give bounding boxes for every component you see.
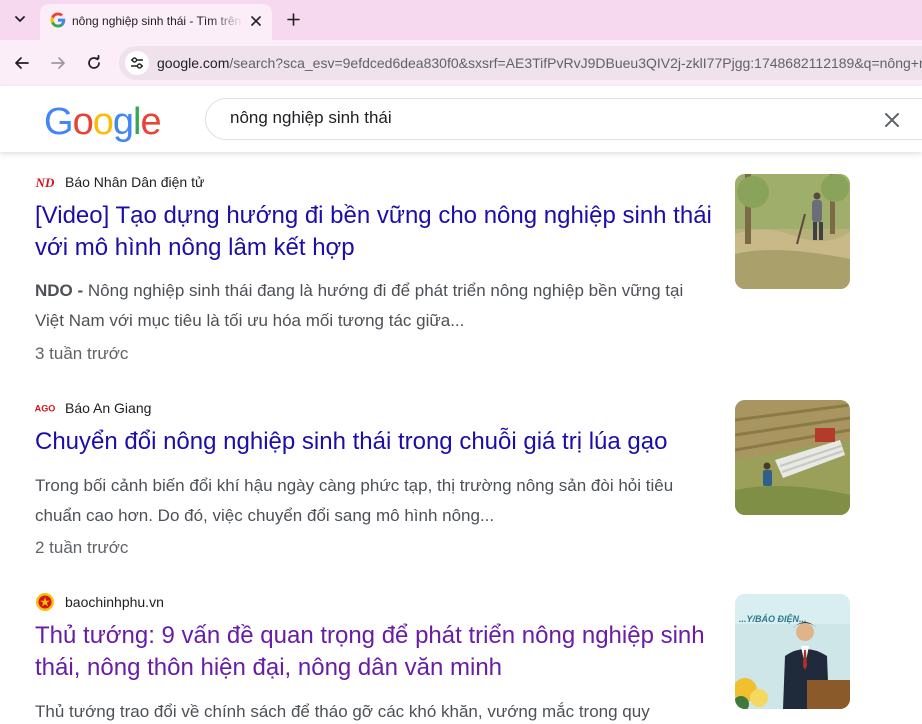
reload-icon (88, 55, 100, 69)
vietnam-emblem-icon (35, 593, 55, 611)
result-thumbnail[interactable] (735, 174, 850, 289)
tune-icon (131, 57, 143, 69)
browser-toolbar: google.com/search?sca_esv=9efdced6dea830… (0, 40, 922, 86)
result-source[interactable]: baochinhphu.vn (35, 592, 164, 612)
google-logo-letter: o (72, 101, 94, 143)
new-tab-button[interactable] (282, 8, 304, 30)
url-path: /search?sca_esv=9efdced6dea830f0&sxsrf=A… (229, 55, 922, 71)
source-name: baochinhphu.vn (65, 594, 164, 610)
nhandan-logo-icon: ND (35, 174, 55, 190)
url-host: google.com (157, 55, 230, 71)
reload-button[interactable] (81, 50, 107, 76)
thumbnail-text: ...Y/BÁO ĐIỆN... (739, 613, 807, 624)
browser-tabstrip: nông nghiệp sinh thái - Tìm trên Google (0, 0, 922, 40)
snippet-prefix: NDO - (35, 281, 88, 300)
result-snippet: Trong bối cảnh biến đổi khí hậu ngày càn… (35, 476, 674, 525)
close-icon (885, 113, 899, 127)
arrow-left-icon (15, 57, 29, 69)
google-header: Google (0, 86, 922, 152)
source-logo-text: ND (35, 175, 55, 190)
result-date: 2 tuần trước (35, 538, 129, 557)
source-name: Báo An Giang (65, 400, 152, 416)
result-snippet: NDO - Nông nghiệp sinh thái đang là hướn… (35, 276, 715, 336)
result-thumbnail[interactable] (735, 400, 850, 515)
google-logo-letter: G (44, 101, 74, 143)
back-button[interactable] (9, 50, 35, 76)
source-name: Báo Nhân Dân điện tử (65, 174, 205, 190)
result-title-link[interactable]: Chuyển đổi nông nghiệp sinh thái trong c… (35, 426, 715, 458)
url-text: google.com/search?sca_esv=9efdced6dea830… (157, 55, 922, 71)
plus-icon (286, 12, 300, 26)
arrow-right-icon (51, 57, 65, 69)
result-thumbnail[interactable]: ...Y/BÁO ĐIỆN... (735, 594, 850, 709)
snippet-text: Nông nghiệp sinh thái đang là hướng đi đ… (35, 281, 684, 330)
forward-button[interactable] (45, 50, 71, 76)
close-icon (251, 16, 261, 26)
chevron-down-icon (15, 16, 25, 22)
google-logo-letter: e (140, 101, 161, 143)
address-bar[interactable]: google.com/search?sca_esv=9efdced6dea830… (119, 46, 922, 80)
tab-search-button[interactable] (8, 7, 32, 31)
result-title-link[interactable]: Thủ tướng: 9 vấn đề quan trọng để phát t… (35, 620, 715, 684)
search-box (205, 98, 922, 140)
result-source[interactable]: AGO Báo An Giang (35, 398, 151, 418)
google-logo[interactable]: Google (44, 101, 162, 143)
google-logo-letter: o (92, 101, 114, 143)
result-title-link[interactable]: [Video] Tạo dựng hướng đi bền vững cho n… (35, 200, 715, 264)
result-source[interactable]: ND Báo Nhân Dân điện tử (35, 172, 204, 192)
site-info-button[interactable] (125, 51, 149, 75)
result-snippet: Thủ tướng trao đổi về chính sách để tháo… (35, 702, 650, 721)
baoangiang-logo-icon: AGO (35, 400, 55, 416)
result-date: 3 tuần trước (35, 344, 129, 363)
google-favicon-icon (50, 12, 66, 28)
tab-title: nông nghiệp sinh thái - Tìm trên Google (72, 14, 244, 28)
tab-close-button[interactable] (246, 11, 266, 31)
browser-tab-active[interactable]: nông nghiệp sinh thái - Tìm trên Google (40, 4, 272, 40)
search-input[interactable] (230, 108, 830, 128)
clear-search-button[interactable] (880, 108, 904, 132)
google-logo-letter: g (112, 101, 134, 143)
source-logo-text: AGO (35, 404, 55, 414)
search-result: ND Báo Nhân Dân điện tử [Video] Tạo dựng… (35, 172, 855, 363)
search-result: baochinhphu.vn Thủ tướng: 9 vấn đề quan … (35, 592, 855, 724)
search-result: AGO Báo An Giang Chuyển đổi nông nghiệp … (35, 398, 855, 578)
